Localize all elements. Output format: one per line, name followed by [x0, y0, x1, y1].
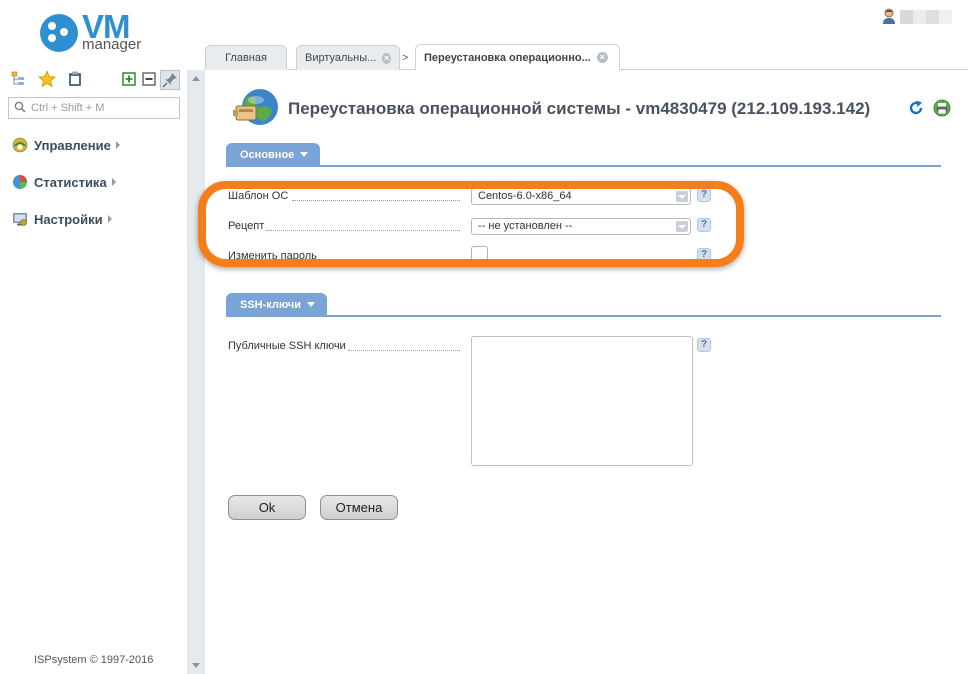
- section-main-header[interactable]: Основное: [226, 143, 321, 166]
- sidebar-search: [8, 97, 180, 119]
- management-icon: [12, 137, 28, 153]
- close-icon[interactable]: ×: [596, 52, 608, 63]
- ok-button[interactable]: Ok: [228, 495, 306, 520]
- chevron-right-icon: [115, 141, 120, 149]
- logo-mark: [40, 14, 78, 52]
- reinstall-globe-icon: [233, 89, 278, 125]
- section-divider: [226, 315, 941, 317]
- pin-icon[interactable]: [160, 70, 180, 90]
- collapse-all-icon[interactable]: [140, 70, 158, 88]
- chevron-right-icon: [111, 178, 116, 186]
- print-icon[interactable]: [933, 99, 951, 117]
- chevron-down-icon: [307, 302, 316, 307]
- breadcrumb-arrow-icon: >: [402, 52, 409, 64]
- section-title: SSH-ключи: [240, 298, 302, 311]
- sidebar-item-label: Управление: [34, 137, 111, 153]
- close-icon[interactable]: ×: [382, 52, 391, 64]
- sidebar-item-label: Настройки: [34, 211, 103, 227]
- statistics-icon: [13, 175, 27, 189]
- chevron-right-icon: [107, 215, 112, 223]
- ssh-keys-help-icon[interactable]: ?: [697, 338, 711, 352]
- section-ssh-header[interactable]: SSH-ключи: [226, 293, 328, 316]
- copyright-text: ISPsystem © 1997-2016: [34, 654, 154, 666]
- sidebar-item-settings[interactable]: Настройки: [12, 210, 112, 228]
- user-icon[interactable]: [882, 8, 896, 24]
- ssh-keys-label: Публичные SSH ключи: [228, 340, 346, 352]
- settings-icon: [13, 213, 27, 226]
- tab-label: Главная: [225, 52, 267, 64]
- vmmanager-logo[interactable]: VM manager: [40, 8, 180, 54]
- sidebar-item-statistics[interactable]: Статистика: [12, 173, 116, 191]
- tab-virtual-machines[interactable]: Виртуальны... ×: [296, 45, 400, 70]
- cancel-button[interactable]: Отмена: [320, 495, 398, 520]
- search-input[interactable]: [31, 100, 176, 116]
- section-title: Основное: [240, 148, 295, 161]
- user-name-blurred[interactable]: [900, 10, 952, 24]
- star-icon[interactable]: [38, 70, 56, 88]
- app-window: VM manager Ctrl + Shift + M Управление С…: [0, 0, 968, 674]
- sidebar-toolbar: [10, 70, 180, 90]
- page-title: Переустановка операционной системы - vm4…: [288, 99, 871, 118]
- logo-subtext: manager: [82, 36, 142, 53]
- sidebar-item-management[interactable]: Управление: [12, 136, 120, 154]
- scroll-up-arrow-icon[interactable]: [192, 76, 200, 81]
- sidebar-scrollbar[interactable]: [187, 70, 205, 674]
- sidebar-item-label: Статистика: [34, 174, 107, 190]
- refresh-icon[interactable]: [908, 100, 924, 116]
- tab-home[interactable]: Главная: [205, 45, 287, 70]
- tab-label: Переустановка операционно...: [424, 51, 591, 64]
- clipboard-icon[interactable]: [66, 70, 84, 88]
- search-icon: [14, 101, 26, 113]
- expand-all-icon[interactable]: [120, 70, 138, 88]
- scroll-down-arrow-icon[interactable]: [192, 663, 200, 668]
- tree-icon[interactable]: [10, 70, 28, 88]
- tab-label: Виртуальны...: [305, 52, 377, 64]
- highlight-annotation: [198, 181, 744, 267]
- section-divider: [226, 165, 941, 167]
- label-leader: [348, 350, 460, 351]
- tab-reinstall-os[interactable]: Переустановка операционно... ×: [415, 44, 620, 70]
- ssh-keys-textarea[interactable]: [471, 336, 693, 466]
- chevron-down-icon: [300, 152, 309, 157]
